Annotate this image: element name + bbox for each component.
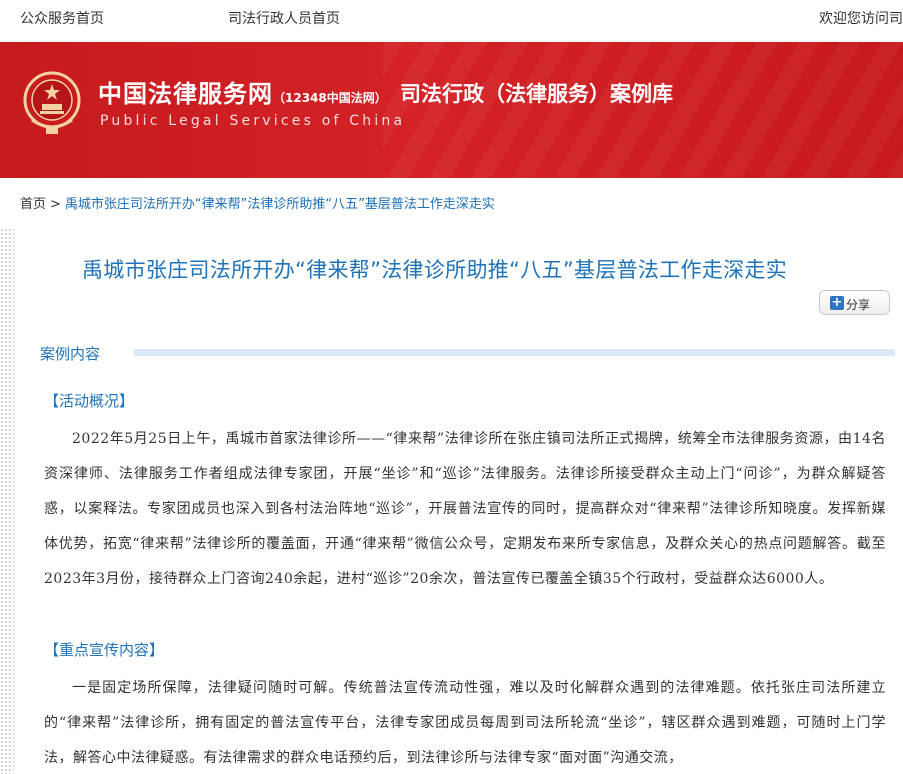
share-label: 分享	[846, 298, 871, 312]
article-title: 禹城市张庄司法所开办“律来帮”法律诊所助推“八五”基层普法工作走深走实	[82, 258, 788, 282]
site-name[interactable]: 中国法律服务网（12348中国法网）	[98, 74, 387, 109]
breadcrumb-separator: >	[50, 197, 61, 212]
breadcrumb-home[interactable]: 首页	[20, 197, 46, 212]
breadcrumb: 首页 > 禹城市张庄司法所开办“律来帮”法律诊所助推“八五”基层普法工作走深走实	[20, 193, 495, 212]
public-home-link[interactable]: 公众服务首页	[20, 8, 104, 28]
breadcrumb-current[interactable]: 禹城市张庄司法所开办“律来帮”法律诊所助推“八五”基层普法工作走深走实	[65, 197, 495, 212]
site-english-name: Public Legal Services of China	[100, 113, 406, 129]
section-heading: 案例内容	[40, 345, 101, 363]
banner-pattern	[383, 42, 903, 178]
site-name-text: 中国法律服务网	[98, 80, 273, 108]
section-heading-bar	[134, 349, 895, 356]
dotted-left-border	[0, 228, 14, 774]
share-button[interactable]: + 分享	[819, 290, 890, 315]
section-name: 司法行政（法律服务）案例库	[400, 82, 673, 106]
welcome-text: 欢迎您访问司	[819, 11, 903, 27]
subheading-key-content: 【重点宣传内容】	[44, 641, 165, 659]
paragraph-overview: 2022年5月25日上午，禹城市首家法律诊所——“律来帮”法律诊所在张庄镇司法所…	[44, 431, 886, 587]
site-banner: 中国法律服务网（12348中国法网） Public Legal Services…	[0, 42, 903, 178]
paragraph-key-content: 一是固定场所保障，法律疑问随时可解。传统普法宣传流动性强，难以及时化解群众遇到的…	[44, 680, 886, 766]
subheading-overview: 【活动概况】	[44, 392, 135, 410]
site-subname: （12348中国法网）	[273, 91, 387, 105]
top-bar: 公众服务首页 司法行政人员首页 欢迎您访问司	[0, 0, 903, 42]
plus-icon: +	[830, 295, 844, 310]
staff-home-link[interactable]: 司法行政人员首页	[228, 8, 340, 28]
national-emblem-icon	[23, 71, 81, 134]
